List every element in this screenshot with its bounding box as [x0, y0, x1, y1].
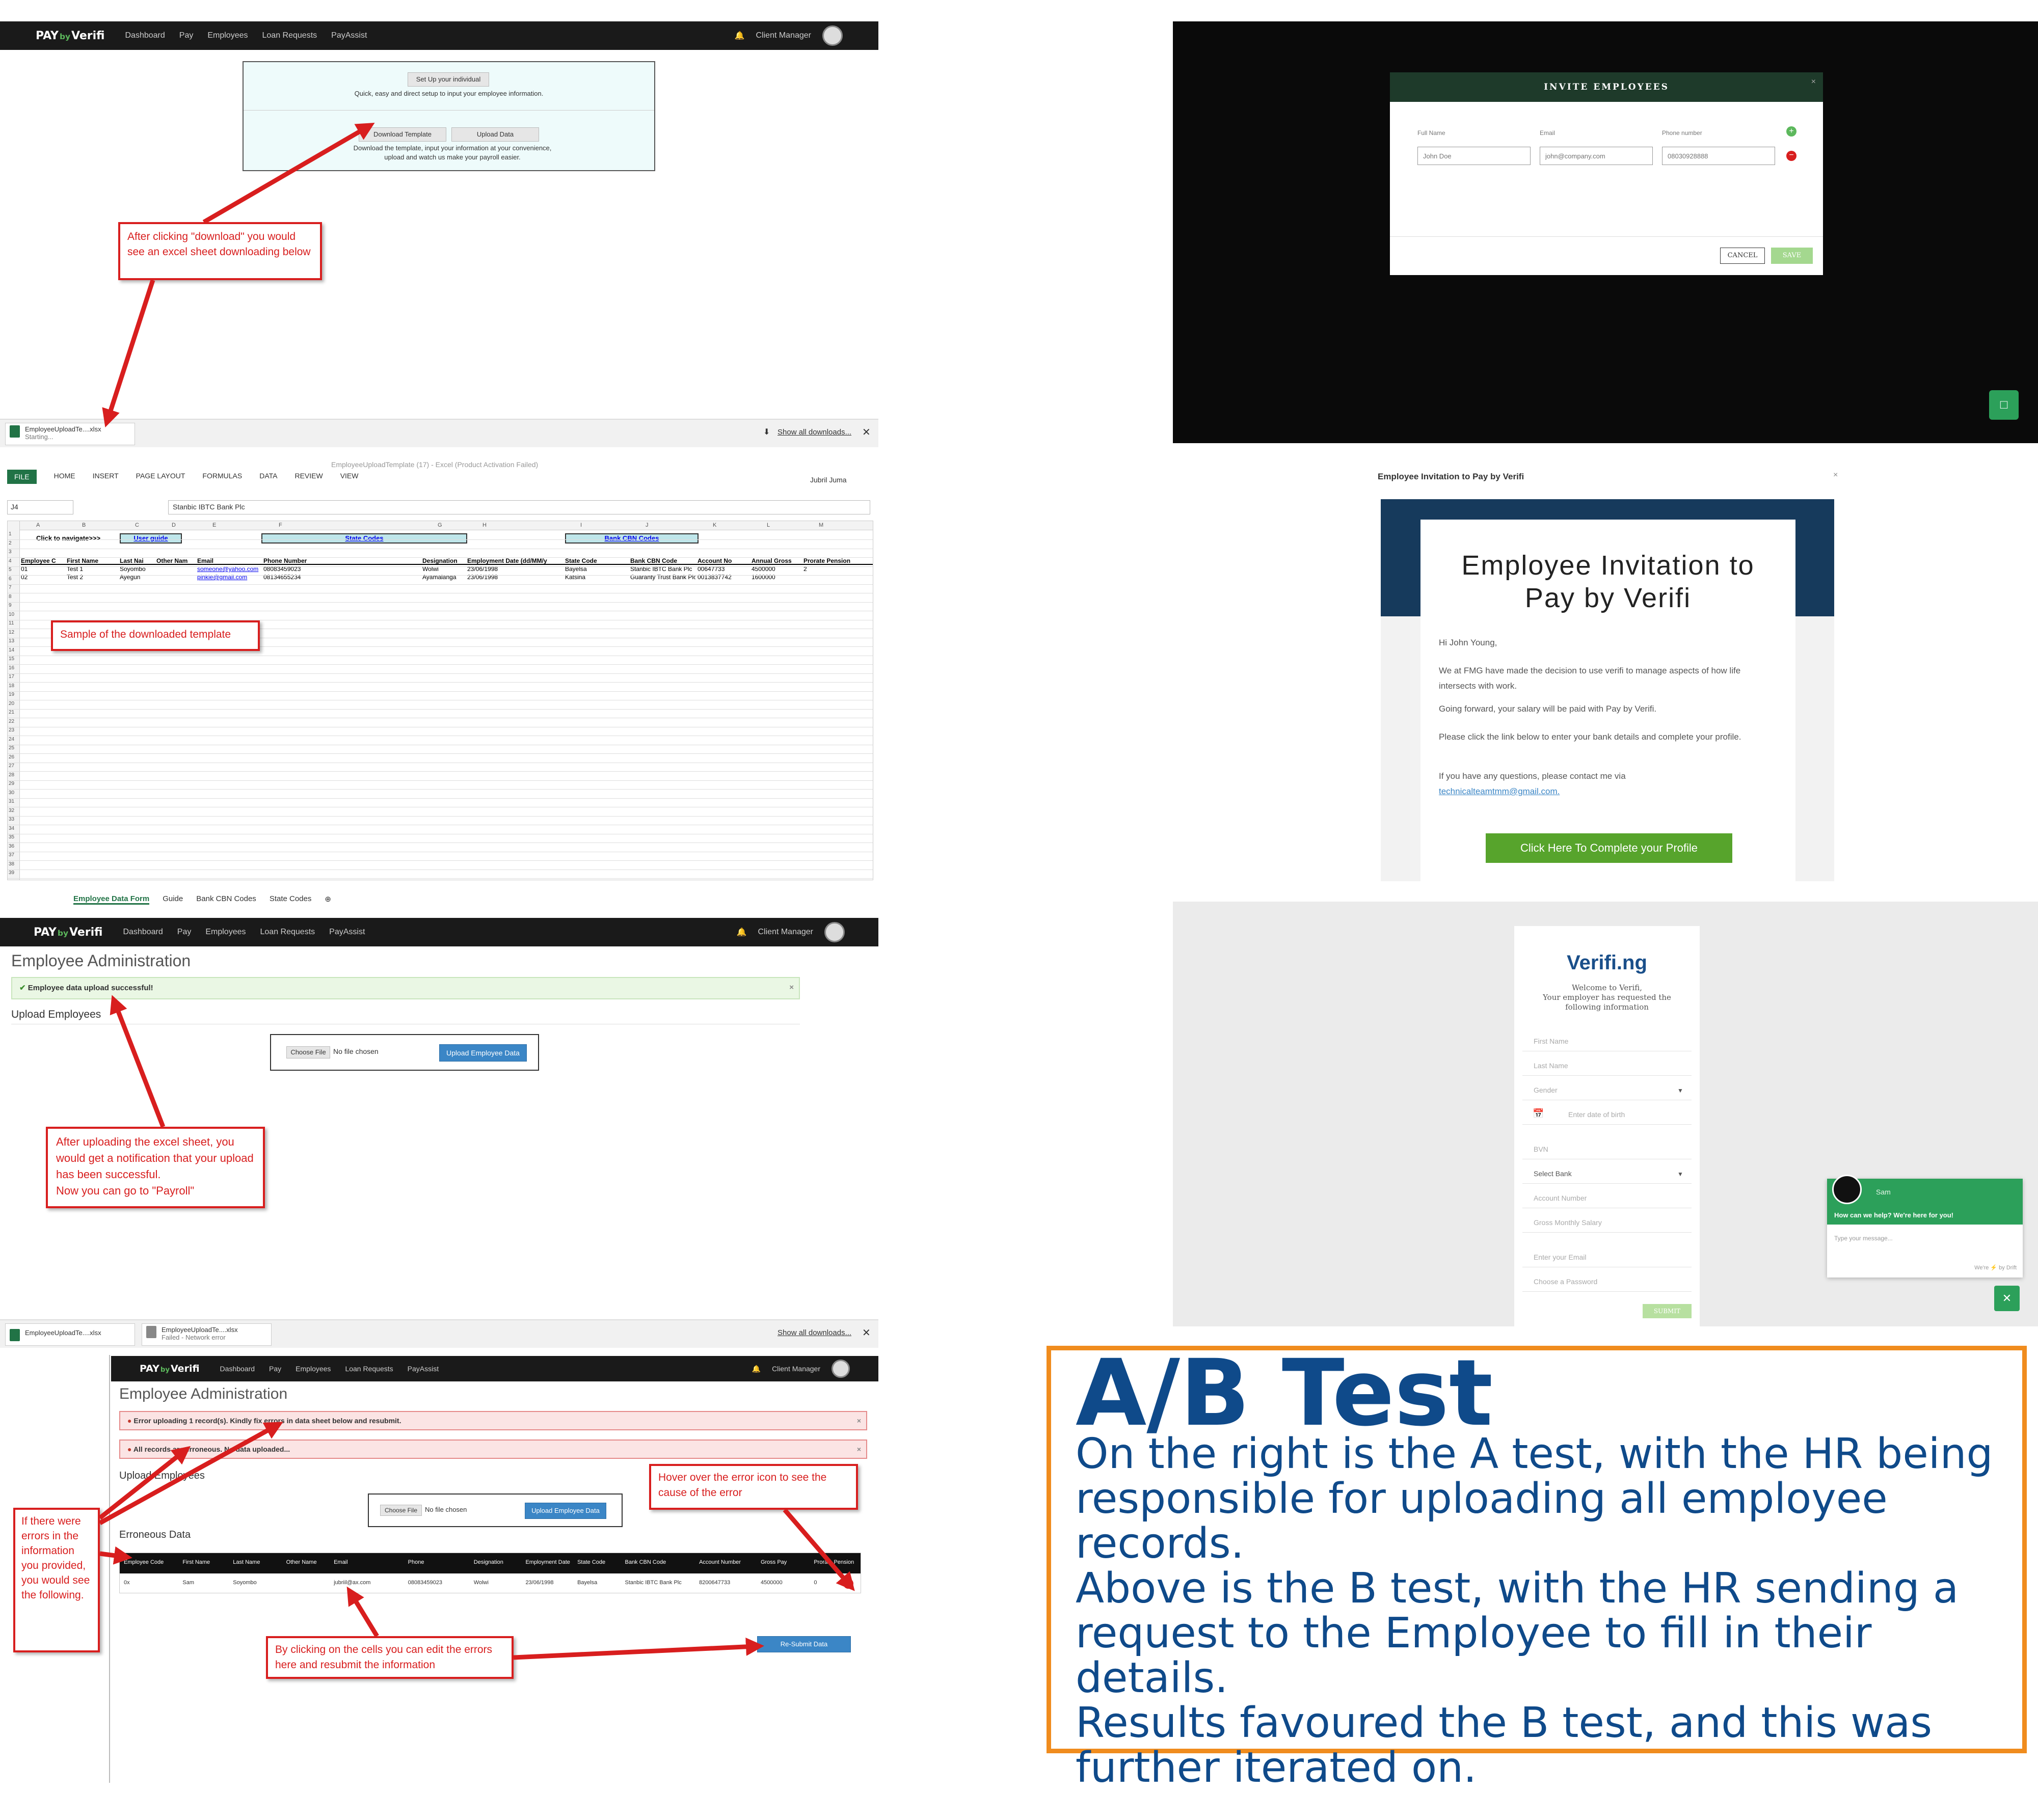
arrow	[346, 1586, 379, 1638]
save-button[interactable]: SAVE	[1771, 248, 1813, 264]
bank-select[interactable]: Select Bank	[1522, 1161, 1692, 1184]
dob-field[interactable]: Enter date of birth	[1522, 1102, 1692, 1125]
gender-select[interactable]: Gender	[1522, 1078, 1692, 1100]
chat-icon[interactable]: □	[1989, 390, 2019, 420]
email-card: Employee Invitation to Pay by Verifi Hi …	[1420, 520, 1795, 883]
chat-footer: We're ⚡ by Drift	[1974, 1265, 2017, 1271]
arrow	[202, 122, 375, 224]
chat-close-icon[interactable]: ✕	[1994, 1286, 2020, 1311]
close-icon[interactable]: ×	[1833, 471, 1838, 480]
email-window: Employee Invitation to Pay by Verifi × E…	[1367, 464, 1846, 883]
complete-profile-button[interactable]: Click Here To Complete your Profile	[1486, 833, 1732, 863]
email-p3: Please click the link below to enter you…	[1439, 732, 1741, 742]
agent-name: Sam	[1876, 1188, 1891, 1196]
email-window-title: Employee Invitation to Pay by Verifi	[1378, 472, 1524, 481]
submit-button[interactable]: SUBMIT	[1643, 1304, 1692, 1318]
invite-modal-header: INVITE EMPLOYEES	[1390, 72, 1823, 102]
phone-label: Phone number	[1662, 129, 1702, 137]
arrow	[783, 1508, 855, 1591]
ab-title: A/B Test	[1076, 1340, 1493, 1447]
ab-summary-box: A/B Test On the right is the A test, wit…	[1047, 1340, 2027, 1790]
full-name-input[interactable]	[1417, 147, 1531, 165]
agent-avatar	[1832, 1175, 1862, 1204]
caret-down-icon: ▼	[1677, 1171, 1683, 1178]
email-input[interactable]	[1540, 147, 1653, 165]
chat-prompt: How can we help? We're here for you!	[1834, 1211, 1954, 1219]
phone-input[interactable]	[1662, 147, 1775, 165]
arrow	[98, 1422, 283, 1525]
arrow	[102, 279, 155, 428]
invite-modal: INVITE EMPLOYEES × Full Name Email Phone…	[1390, 72, 1823, 275]
remove-row-icon[interactable]: −	[1786, 151, 1796, 161]
close-icon[interactable]: ×	[1811, 77, 1816, 87]
email-heading: Employee Invitation to Pay by Verifi	[1461, 550, 1755, 613]
email-p1: We at FMG have made the decision to use …	[1439, 666, 1741, 691]
cancel-button[interactable]: CANCEL	[1720, 248, 1765, 264]
email-label: Email	[1540, 129, 1556, 137]
email-greeting: Hi John Young,	[1439, 638, 1497, 647]
verifi-logo: Verifi.ng	[1567, 952, 1647, 974]
password-field[interactable]: Choose a Password	[1522, 1269, 1692, 1292]
profile-form: Verifi.ng Welcome to Verifi, Your employ…	[1514, 926, 1700, 1326]
chat-widget: Sam How can we help? We're here for you!…	[1827, 1175, 2023, 1278]
caret-down-icon: ▼	[1677, 1087, 1683, 1094]
add-row-icon[interactable]: +	[1786, 126, 1796, 137]
form-intro: Welcome to Verifi, Your employer has req…	[1543, 983, 1671, 1012]
gross-salary-field[interactable]: Gross Monthly Salary	[1522, 1210, 1692, 1233]
email-field[interactable]: Enter your Email	[1522, 1245, 1692, 1267]
arrow	[110, 995, 166, 1128]
first-name-field[interactable]: First Name	[1522, 1029, 1692, 1051]
ab-body: On the right is the A test, with the HR …	[1076, 1430, 1993, 1792]
chat-message-input[interactable]: Type your message...	[1834, 1235, 1893, 1242]
account-number-field[interactable]: Account Number	[1522, 1186, 1692, 1208]
full-name-label: Full Name	[1417, 129, 1445, 137]
email-p4: If you have any questions, please contac…	[1439, 771, 1626, 781]
arrow	[513, 1637, 764, 1660]
last-name-field[interactable]: Last Name	[1522, 1053, 1692, 1076]
bvn-field[interactable]: BVN	[1522, 1137, 1692, 1159]
email-p2: Going forward, your salary will be paid …	[1439, 704, 1657, 714]
arrow	[99, 1546, 132, 1565]
email-contact-link[interactable]: technicalteamtmm@gmail.com.	[1439, 786, 1560, 797]
